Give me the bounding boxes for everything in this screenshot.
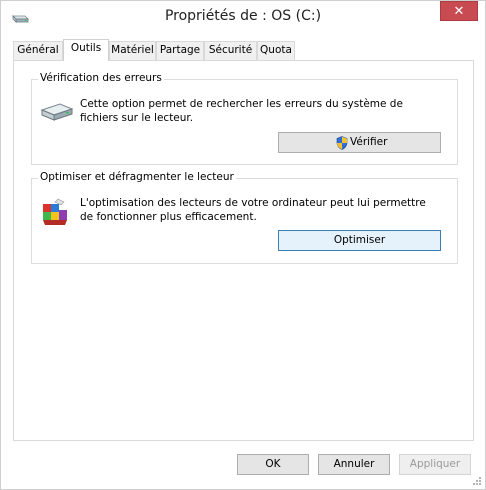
uac-shield-icon <box>336 136 348 150</box>
tab-materiel[interactable]: Matériel <box>109 41 156 60</box>
verify-button-label: Vérifier <box>350 136 388 148</box>
close-icon: ✕ <box>453 4 465 19</box>
optimize-group: Optimiser et défragmenter le lecteur L'o… <box>31 171 458 264</box>
properties-window: Propriétés de : OS (C:) ✕ Général Outils… <box>0 0 486 490</box>
dialog-footer: OK Annuler Appliquer <box>1 447 485 489</box>
hard-drive-icon <box>40 103 74 121</box>
error-check-group: Vérification des erreurs Cette option pe… <box>31 72 458 165</box>
error-check-group-label: Vérification des erreurs <box>38 72 164 84</box>
tab-securite[interactable]: Sécurité <box>204 41 257 60</box>
optimize-button[interactable]: Optimiser <box>278 230 441 251</box>
tab-partage[interactable]: Partage <box>156 41 204 60</box>
verify-button[interactable]: Vérifier <box>278 132 441 153</box>
window-title: Propriétés de : OS (C:) <box>164 8 322 24</box>
close-button[interactable]: ✕ <box>440 1 478 21</box>
resize-grip-icon[interactable] <box>472 476 482 486</box>
defrag-icon <box>43 198 67 225</box>
title-bar[interactable]: Propriétés de : OS (C:) ✕ <box>1 1 485 33</box>
tab-general[interactable]: Général <box>13 41 63 60</box>
tab-quota[interactable]: Quota <box>257 41 295 60</box>
optimize-description: L'optimisation des lecteurs de votre ord… <box>80 197 426 223</box>
error-check-description: Cette option permet de rechercher les er… <box>80 98 403 124</box>
cancel-button[interactable]: Annuler <box>318 454 390 475</box>
optimize-group-label: Optimiser et défragmenter le lecteur <box>38 171 236 183</box>
apply-button[interactable]: Appliquer <box>399 454 471 475</box>
tab-outils[interactable]: Outils <box>63 39 109 61</box>
ok-button[interactable]: OK <box>237 454 309 475</box>
tab-panel-outils: Vérification des erreurs Cette option pe… <box>13 60 474 441</box>
